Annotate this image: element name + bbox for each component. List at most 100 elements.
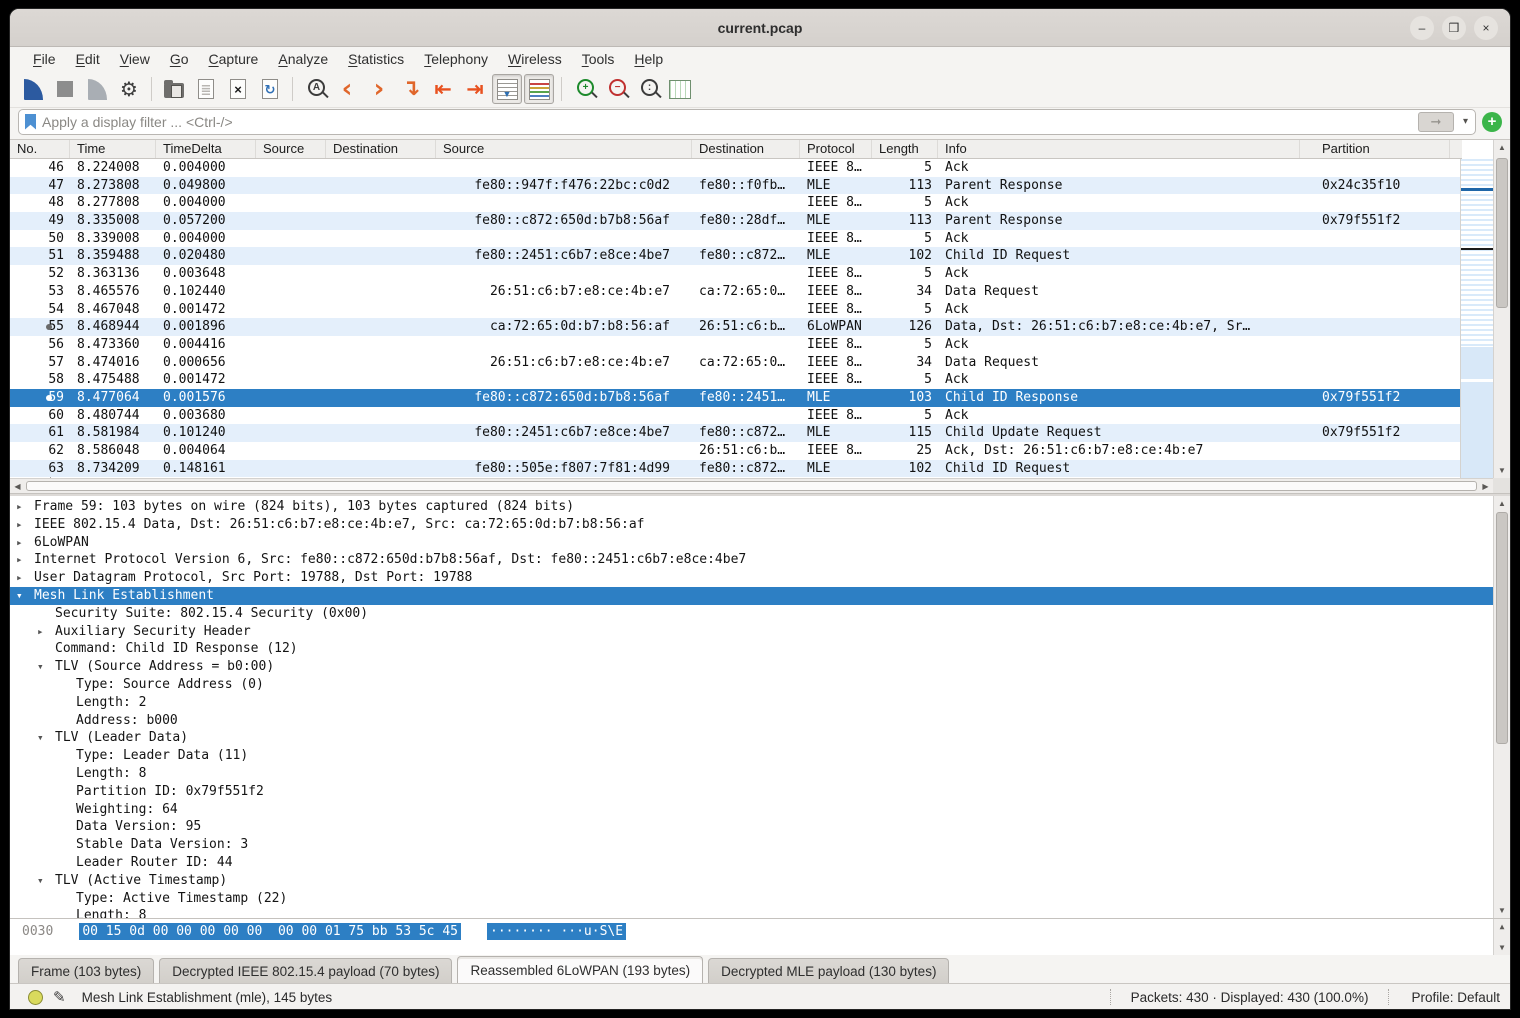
scroll-down-icon[interactable]: ▼ — [1494, 463, 1510, 478]
menu-analyze[interactable]: Analyze — [269, 49, 337, 69]
packet-row-47[interactable]: 478.2738080.049800fe80::947f:f476:22bc:c… — [10, 177, 1462, 195]
open-file-button[interactable] — [159, 74, 189, 104]
detail-row-20[interactable]: Leader Router ID: 44 — [10, 854, 1493, 872]
go-to-packet-button[interactable]: ↴ — [396, 74, 426, 104]
column-header-info[interactable]: Info — [938, 140, 1300, 158]
column-header-timedelta[interactable]: TimeDelta — [156, 140, 256, 158]
column-header-length[interactable]: Length — [872, 140, 938, 158]
filter-dropdown-caret[interactable]: ▾ — [1460, 116, 1471, 127]
hex-ascii-selected[interactable]: ········ ···u·S\E — [487, 923, 626, 940]
byte-tab-3[interactable]: Decrypted MLE payload (130 bytes) — [708, 958, 949, 983]
apply-filter-button[interactable]: ➞ — [1418, 112, 1454, 132]
byte-tab-1[interactable]: Decrypted IEEE 802.15.4 payload (70 byte… — [159, 958, 452, 983]
menu-capture[interactable]: Capture — [200, 49, 268, 69]
collapsed-arrow-icon[interactable]: ▸ — [16, 569, 23, 587]
packet-row-46[interactable]: 468.2240080.004000IEEE 8…5Ack — [10, 159, 1462, 177]
status-profile[interactable]: Profile: Default — [1403, 990, 1500, 1005]
menu-edit[interactable]: Edit — [67, 49, 109, 69]
collapsed-arrow-icon[interactable]: ▸ — [37, 623, 44, 641]
hex-bytes-selected[interactable]: 00 15 0d 00 00 00 00 00 00 00 01 75 bb 5… — [79, 923, 461, 940]
zoom-100-button[interactable]: : — [633, 74, 663, 104]
collapsed-arrow-icon[interactable]: ▸ — [16, 498, 23, 516]
packet-row-56[interactable]: 568.4733600.004416IEEE 8…5Ack — [10, 336, 1462, 354]
expanded-arrow-icon[interactable]: ▾ — [37, 658, 44, 676]
expanded-arrow-icon[interactable]: ▾ — [37, 729, 44, 747]
scroll-down-icon[interactable]: ▼ — [1494, 940, 1510, 955]
byte-tab-2[interactable]: Reassembled 6LoWPAN (193 bytes) — [457, 956, 703, 983]
packet-row-59[interactable]: 598.4770640.001576fe80::c872:650d:b7b8:5… — [10, 389, 1462, 407]
packet-bytes-pane[interactable]: 003000 15 0d 00 00 00 00 00 00 00 01 75 … — [10, 918, 1510, 955]
scroll-down-icon[interactable]: ▼ — [1494, 903, 1510, 918]
collapsed-arrow-icon[interactable]: ▸ — [16, 516, 23, 534]
packet-list-vscrollbar[interactable]: ▲ ▼ — [1493, 140, 1510, 478]
column-header-protocol[interactable]: Protocol — [800, 140, 872, 158]
close-file-button[interactable]: × — [223, 74, 253, 104]
detail-row-0[interactable]: ▸Frame 59: 103 bytes on wire (824 bits),… — [10, 498, 1493, 516]
display-filter-field[interactable]: ➞ ▾ — [18, 109, 1476, 135]
detail-row-8[interactable]: Command: Child ID Response (12) — [10, 640, 1493, 658]
capture-options-button[interactable]: ⚙ — [114, 74, 144, 104]
scroll-right-icon[interactable]: ▶ — [1478, 479, 1493, 494]
auto-scroll-button[interactable] — [492, 74, 522, 104]
detail-row-12[interactable]: Address: b000 — [10, 712, 1493, 730]
maximize-button[interactable]: ❒ — [1442, 16, 1466, 40]
column-header-source[interactable]: Source — [436, 140, 692, 158]
menu-wireless[interactable]: Wireless — [499, 49, 571, 69]
start-capture-button[interactable] — [18, 74, 48, 104]
menu-statistics[interactable]: Statistics — [339, 49, 413, 69]
bytes-vscrollbar[interactable]: ▲ ▼ — [1493, 919, 1510, 955]
detail-row-21[interactable]: ▾TLV (Active Timestamp) — [10, 872, 1493, 890]
byte-tab-0[interactable]: Frame (103 bytes) — [18, 958, 154, 983]
detail-row-16[interactable]: Partition ID: 0x79f551f2 — [10, 783, 1493, 801]
reload-file-button[interactable]: ↻ — [255, 74, 285, 104]
capture-comment-icon[interactable]: ✎ — [53, 988, 66, 1006]
last-packet-button[interactable]: ⇥ — [460, 74, 490, 104]
expanded-arrow-icon[interactable]: ▾ — [37, 872, 44, 890]
menu-file[interactable]: File — [24, 49, 65, 69]
collapsed-arrow-icon[interactable]: ▸ — [16, 551, 23, 569]
detail-row-13[interactable]: ▾TLV (Leader Data) — [10, 729, 1493, 747]
scroll-up-icon[interactable]: ▲ — [1494, 140, 1510, 155]
packet-row-53[interactable]: 538.4655760.10244026:51:c6:b7:e8:ce:4b:e… — [10, 283, 1462, 301]
menu-go[interactable]: Go — [161, 49, 198, 69]
expert-info-icon[interactable] — [28, 990, 43, 1005]
packet-row-55[interactable]: 558.4689440.001896ca:72:65:0d:b7:b8:56:a… — [10, 318, 1462, 336]
save-file-button[interactable]: ≣ — [191, 74, 221, 104]
add-filter-button[interactable]: + — [1482, 112, 1502, 132]
detail-row-18[interactable]: Data Version: 95 — [10, 818, 1493, 836]
column-header-partition[interactable]: Partition — [1300, 140, 1450, 158]
detail-row-19[interactable]: Stable Data Version: 3 — [10, 836, 1493, 854]
display-filter-input[interactable] — [42, 114, 1412, 130]
packet-row-61[interactable]: 618.5819840.101240fe80::2451:c6b7:e8ce:4… — [10, 424, 1462, 442]
column-header-destination[interactable]: Destination — [326, 140, 436, 158]
packet-row-52[interactable]: 528.3631360.003648IEEE 8…5Ack — [10, 265, 1462, 283]
packet-row-51[interactable]: 518.3594880.020480fe80::2451:c6b7:e8ce:4… — [10, 247, 1462, 265]
first-packet-button[interactable]: ⇤ — [428, 74, 458, 104]
zoom-in-button[interactable]: + — [569, 74, 599, 104]
detail-row-6[interactable]: Security Suite: 802.15.4 Security (0x00) — [10, 605, 1493, 623]
column-header-destination[interactable]: Destination — [692, 140, 800, 158]
detail-row-17[interactable]: Weighting: 64 — [10, 801, 1493, 819]
packet-row-57[interactable]: 578.4740160.00065626:51:c6:b7:e8:ce:4b:e… — [10, 354, 1462, 372]
detail-row-5[interactable]: ▾Mesh Link Establishment — [10, 587, 1493, 605]
scroll-up-icon[interactable]: ▲ — [1494, 919, 1510, 934]
packet-row-54[interactable]: 548.4670480.001472IEEE 8…5Ack — [10, 301, 1462, 319]
column-header-time[interactable]: Time — [70, 140, 156, 158]
find-packet-button[interactable]: A — [300, 74, 330, 104]
detail-row-9[interactable]: ▾TLV (Source Address = b0:00) — [10, 658, 1493, 676]
detail-row-1[interactable]: ▸IEEE 802.15.4 Data, Dst: 26:51:c6:b7:e8… — [10, 516, 1493, 534]
packet-row-48[interactable]: 488.2778080.004000IEEE 8…5Ack — [10, 194, 1462, 212]
detail-row-11[interactable]: Length: 2 — [10, 694, 1493, 712]
minimize-button[interactable]: – — [1410, 16, 1434, 40]
zoom-out-button[interactable]: − — [601, 74, 631, 104]
packet-row-60[interactable]: 608.4807440.003680IEEE 8…5Ack — [10, 407, 1462, 425]
scroll-left-icon[interactable]: ◀ — [10, 479, 25, 494]
detail-row-14[interactable]: Type: Leader Data (11) — [10, 747, 1493, 765]
packet-row-63[interactable]: 638.7342090.148161fe80::505e:f807:7f81:4… — [10, 460, 1462, 478]
detail-row-2[interactable]: ▸6LoWPAN — [10, 534, 1493, 552]
expanded-arrow-icon[interactable]: ▾ — [16, 587, 23, 605]
colorize-button[interactable] — [524, 74, 554, 104]
filter-bookmark-icon[interactable] — [25, 114, 36, 130]
detail-row-4[interactable]: ▸User Datagram Protocol, Src Port: 19788… — [10, 569, 1493, 587]
go-back-button[interactable]: ‹ — [332, 74, 362, 104]
